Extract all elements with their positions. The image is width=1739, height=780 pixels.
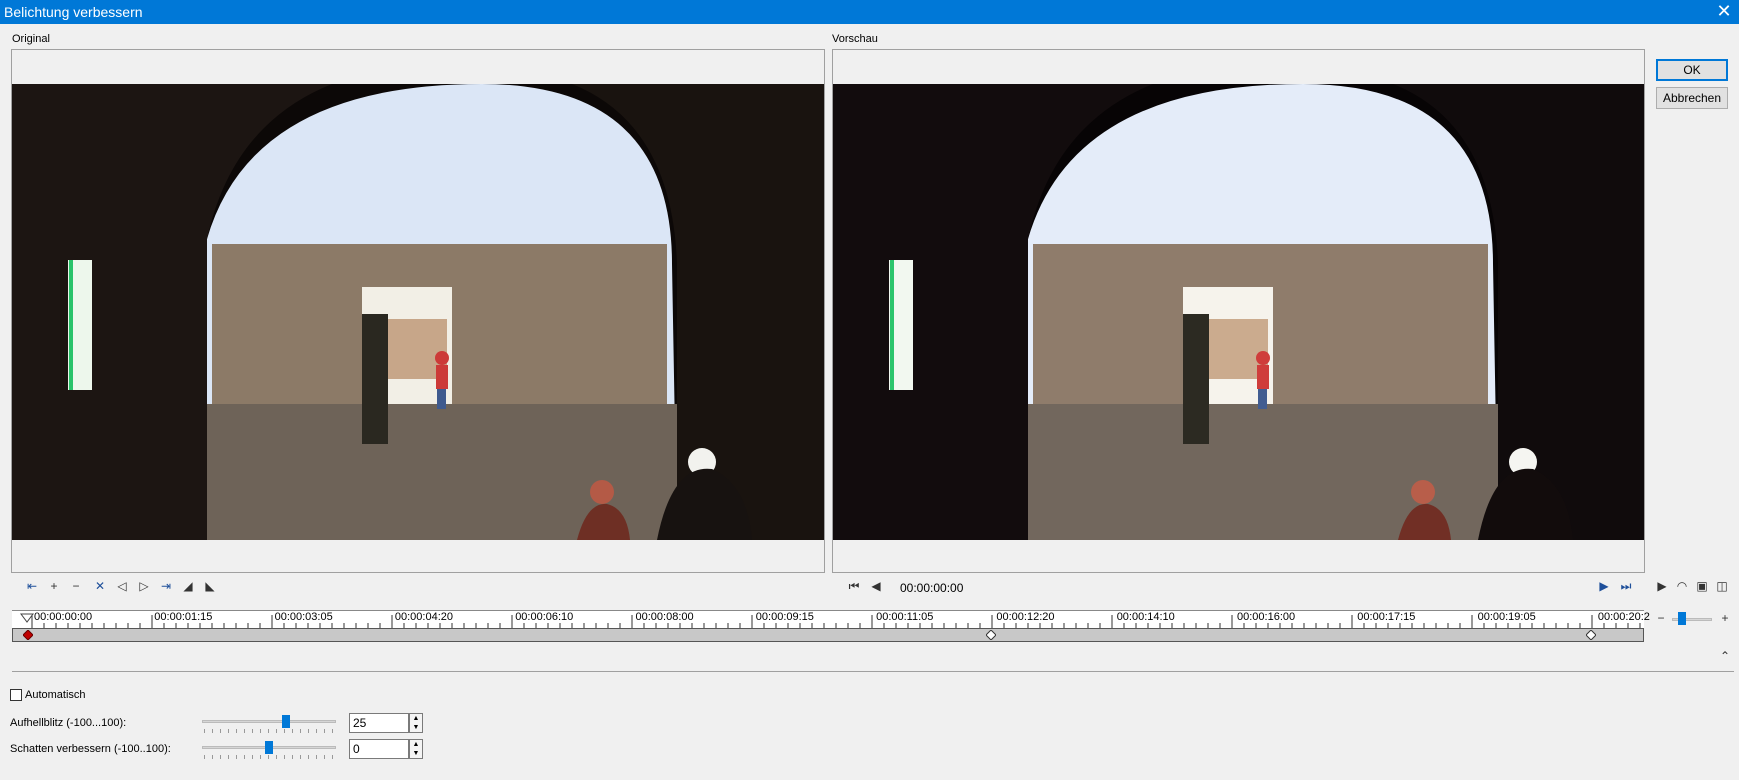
timeline-tick-label: 00:00:16:00 [1237,611,1296,623]
timeline-tick-label: 00:00:20:2 [1597,611,1650,623]
keyframe-go-last-icon[interactable]: ⇥ [156,577,176,597]
preview-label: Vorschau [832,33,878,45]
keyframe-ease-out-icon[interactable]: ◣ [200,577,220,597]
fill-flash-slider-thumb[interactable] [281,715,290,728]
shadows-spin[interactable]: ▲ ▼ [409,739,423,759]
fill-flash-label: Aufhellblitz (-100...100): [10,717,127,729]
keyframe-track[interactable] [12,628,1644,642]
timeline-tick-label: 00:00:19:05 [1477,611,1536,623]
original-video-frame [12,84,824,540]
collapse-panel-icon[interactable]: ⌃ [1715,647,1735,667]
zoom-out-icon[interactable]: − [1651,609,1671,629]
timeline-tick-label: 00:00:00:00 [34,611,93,623]
cancel-button[interactable]: Abbrechen [1656,87,1728,109]
keyframe-icon[interactable] [1586,630,1596,640]
timeline-tick-label: 00:00:03:05 [274,611,333,623]
shadows-ticks [204,755,334,759]
timeline-tick-label: 00:00:11:05 [876,611,934,623]
title-bar: Belichtung verbessern ✕ [0,0,1739,24]
go-to-start-icon[interactable]: ⏮ [844,577,864,597]
close-icon[interactable]: ✕ [1715,1,1733,22]
monitor-icon[interactable]: ▣ [1692,577,1712,597]
keyframe-delete-all-icon[interactable]: ✕ [90,577,110,597]
window-title: Belichtung verbessern [4,4,143,20]
fill-flash-input[interactable]: 25 [349,713,409,733]
shadows-slider-thumb[interactable] [265,741,273,754]
previous-frame-icon[interactable]: ◀ [866,577,886,597]
shadows-label: Schatten verbessern (-100..100): [10,743,171,755]
timeline-tick-label: 00:00:09:15 [755,611,814,623]
auto-checkbox[interactable] [10,689,22,701]
next-frame-icon[interactable]: ▶ [1594,577,1614,597]
timeline-tick-label: 00:00:17:15 [1357,611,1416,623]
timeline-tick-label: 00:00:12:20 [996,611,1055,623]
timecode-display: 00:00:00:00 [900,581,964,595]
timeline-tick-label: 00:00:08:00 [635,611,694,623]
loop-icon[interactable]: ◠ [1672,577,1692,597]
fill-flash-ticks [204,729,334,733]
zoom-in-icon[interactable]: + [1715,609,1735,629]
preview-panel [832,49,1645,573]
split-view-icon[interactable]: ◫ [1712,577,1732,597]
keyframe-ease-in-icon[interactable]: ◢ [178,577,198,597]
keyframe-active-icon[interactable] [23,630,33,640]
auto-label: Automatisch [25,689,86,701]
fill-flash-spin[interactable]: ▲ ▼ [409,713,423,733]
keyframe-icon[interactable] [986,630,996,640]
go-to-end-icon[interactable]: ⏭ [1616,577,1636,597]
fill-flash-slider[interactable] [202,720,336,723]
playhead-marker-icon[interactable] [20,613,34,627]
timeline-tick-label: 00:00:04:20 [394,611,454,623]
ok-button[interactable]: OK [1656,59,1728,81]
shadows-input[interactable]: 0 [349,739,409,759]
timeline-tick-label: 00:00:06:10 [515,611,574,623]
timeline-tick-label: 00:00:14:10 [1116,611,1175,623]
timeline-tick-label: 00:00:01:15 [154,611,213,623]
zoom-slider-thumb[interactable] [1678,612,1686,625]
play-icon[interactable]: ▶ [1652,577,1672,597]
separator [12,671,1734,672]
original-label: Original [12,33,50,45]
timeline-ruler[interactable]: 00:00:00:00 00:00:01:15 00:00:03:05 00:00:0… [12,610,1650,629]
keyframe-go-first-icon[interactable]: ⇤ [22,577,42,597]
keyframe-prev-icon[interactable]: ◁ [112,577,132,597]
keyframe-add-icon[interactable]: + [44,577,64,597]
keyframe-remove-icon[interactable]: − [66,577,86,597]
keyframe-next-icon[interactable]: ▷ [134,577,154,597]
original-panel [11,49,825,573]
preview-video-frame [833,84,1644,540]
